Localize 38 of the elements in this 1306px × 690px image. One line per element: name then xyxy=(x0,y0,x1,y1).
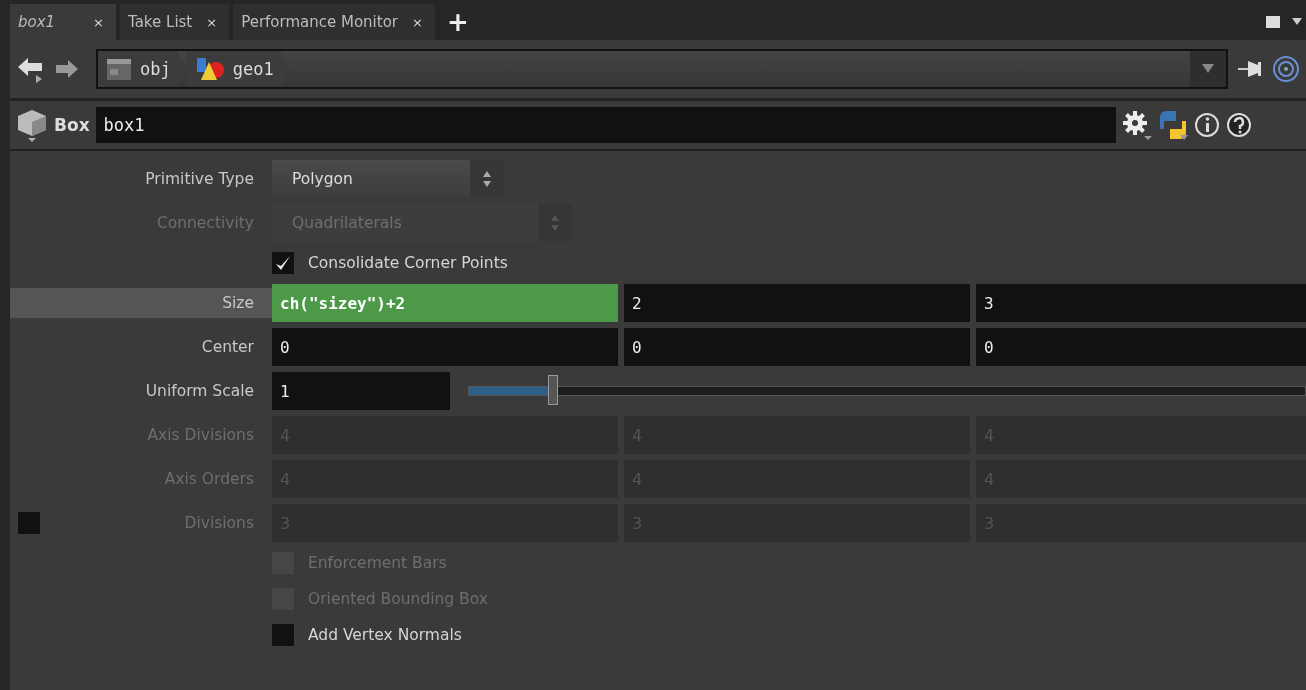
parameter-label: Primitive Type xyxy=(144,169,255,190)
node-type-label: Box xyxy=(54,115,90,135)
updown-arrows-icon xyxy=(550,214,560,232)
number-field[interactable]: 2 xyxy=(624,284,970,322)
number-field[interactable]: 0 xyxy=(976,328,1306,366)
new-tab-button[interactable]: + xyxy=(438,4,477,40)
close-tab-button[interactable]: × xyxy=(93,14,104,30)
clapperboard-icon xyxy=(106,57,132,81)
node-name-field[interactable]: box1 xyxy=(95,107,1116,143)
dropdown-menu[interactable]: Polygon xyxy=(272,160,504,198)
forward-arrow-icon[interactable] xyxy=(54,59,80,79)
close-tab-button[interactable]: × xyxy=(206,14,218,30)
help-icon[interactable] xyxy=(1225,112,1252,138)
tab[interactable]: Take List × xyxy=(120,4,230,40)
tab[interactable]: Performance Monitor × xyxy=(233,4,435,40)
parameter-label: Center xyxy=(200,337,255,358)
checkbox-label: Consolidate Corner Points xyxy=(308,254,508,272)
tab[interactable]: box1 × xyxy=(10,4,116,40)
number-field[interactable]: 0 xyxy=(624,328,970,366)
checkbox[interactable] xyxy=(272,252,294,274)
number-field[interactable]: 3 xyxy=(976,284,1306,322)
info-icon[interactable] xyxy=(1193,112,1220,138)
dropdown-arrow-icon[interactable] xyxy=(1202,64,1214,74)
close-tab-button[interactable]: × xyxy=(412,14,423,30)
checkbox-label: Add Vertex Normals xyxy=(308,626,462,644)
number-field[interactable]: 0 xyxy=(272,328,618,366)
parameter-label: Uniform Scale xyxy=(144,381,255,402)
updown-arrows-icon xyxy=(482,170,492,188)
number-field[interactable]: 1 xyxy=(272,372,450,410)
shapes-icon xyxy=(194,56,225,82)
caret-icon[interactable] xyxy=(1292,18,1302,26)
python-icon[interactable] xyxy=(1157,109,1188,141)
cube-icon[interactable] xyxy=(16,108,48,142)
checkbox[interactable] xyxy=(272,624,294,646)
spiral-icon[interactable] xyxy=(1272,55,1300,83)
parameter-label: Size xyxy=(10,288,272,318)
slider-thumb[interactable] xyxy=(547,375,558,405)
gear-icon[interactable] xyxy=(1121,110,1152,140)
